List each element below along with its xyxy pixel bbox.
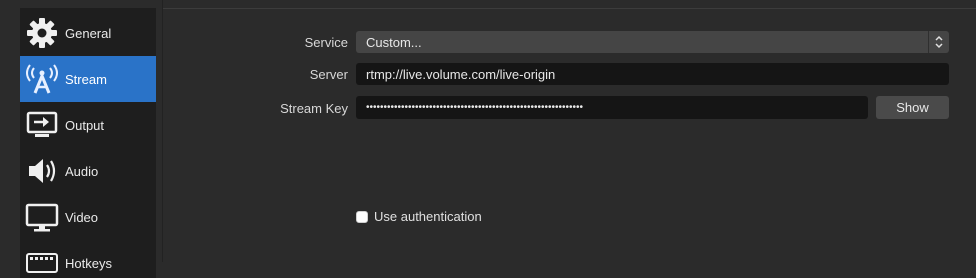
server-label: Server	[309, 67, 348, 82]
stream-key-label: Stream Key	[280, 101, 348, 116]
speaker-icon	[24, 153, 60, 189]
show-button[interactable]: Show	[876, 96, 949, 119]
sidebar-item-label: Stream	[65, 71, 107, 87]
sidebar-item-label: Hotkeys	[65, 255, 112, 271]
sidebar-item-label: General	[65, 25, 112, 41]
sidebar-item-label: Output	[65, 117, 105, 133]
service-label: Service	[304, 35, 348, 50]
sidebar-item-video[interactable]: Video	[20, 194, 156, 240]
service-select[interactable]: Custom...	[356, 31, 949, 53]
use-authentication-label[interactable]: Use authentication	[374, 209, 482, 224]
chevron-up-down-icon	[928, 31, 949, 53]
broadcast-antenna-icon	[24, 61, 60, 97]
service-value: Custom...	[366, 34, 422, 50]
stream-key-value: ••••••••••••••••••••••••••••••••••••••••…	[366, 102, 584, 113]
sidebar-item-output[interactable]: Output	[20, 102, 156, 148]
sidebar-item-stream[interactable]: Stream	[20, 56, 156, 102]
server-input[interactable]: rtmp://live.volume.com/live-origin	[356, 63, 949, 85]
sidebar-item-audio[interactable]: Audio	[20, 148, 156, 194]
gear-icon	[24, 15, 60, 51]
sidebar-item-label: Audio	[65, 163, 99, 179]
top-divider	[163, 8, 976, 9]
monitor-icon	[24, 199, 60, 235]
use-authentication-checkbox[interactable]	[356, 210, 368, 223]
server-value: rtmp://live.volume.com/live-origin	[366, 66, 556, 82]
sidebar-item-hotkeys[interactable]: Hotkeys	[20, 240, 156, 278]
output-icon	[24, 107, 60, 143]
use-authentication-row: Use authentication	[356, 209, 482, 224]
sidebar-item-label: Video	[65, 209, 99, 225]
stream-key-input[interactable]: ••••••••••••••••••••••••••••••••••••••••…	[356, 96, 868, 119]
settings-sidebar: General Stream Output Audio Video Hotkey…	[20, 8, 156, 278]
sidebar-item-general[interactable]: General	[20, 10, 156, 56]
